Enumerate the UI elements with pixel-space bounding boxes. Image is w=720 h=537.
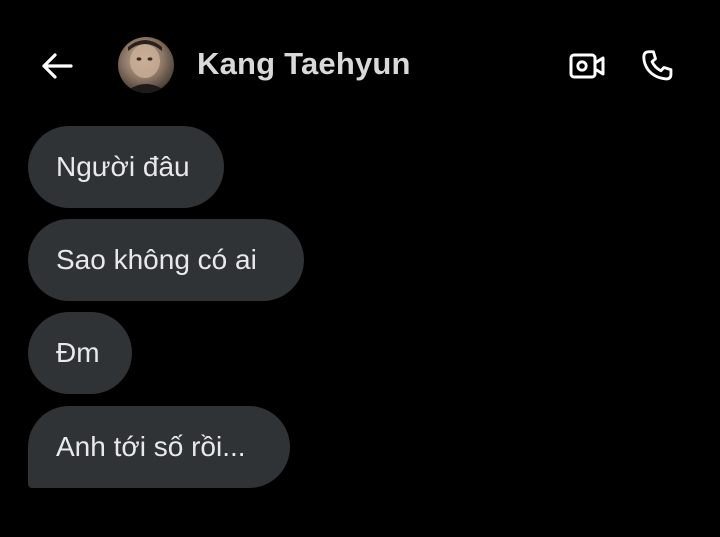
message-bubble[interactable]: Sao không có ai [28,219,304,301]
message-bubble[interactable]: Anh tới số rồi... [28,406,290,488]
arrow-left-icon [42,53,73,79]
video-camera-icon [569,53,605,79]
video-call-button[interactable] [566,46,608,86]
back-button[interactable] [38,48,76,84]
message-bubble[interactable]: Đm [28,312,132,394]
contact-name[interactable]: Kang Taehyun [197,46,411,82]
message-text: Đm [56,337,100,368]
avatar[interactable] [118,37,174,93]
conversation-header: Kang Taehyun [0,0,720,126]
voice-call-button[interactable] [636,46,678,86]
message-text: Người đâu [56,151,190,182]
avatar-image [124,40,168,93]
phone-icon [642,50,673,81]
message-text: Anh tới số rồi... [56,431,246,462]
message-text: Sao không có ai [56,244,257,275]
message-bubble[interactable]: Người đâu [28,126,224,208]
